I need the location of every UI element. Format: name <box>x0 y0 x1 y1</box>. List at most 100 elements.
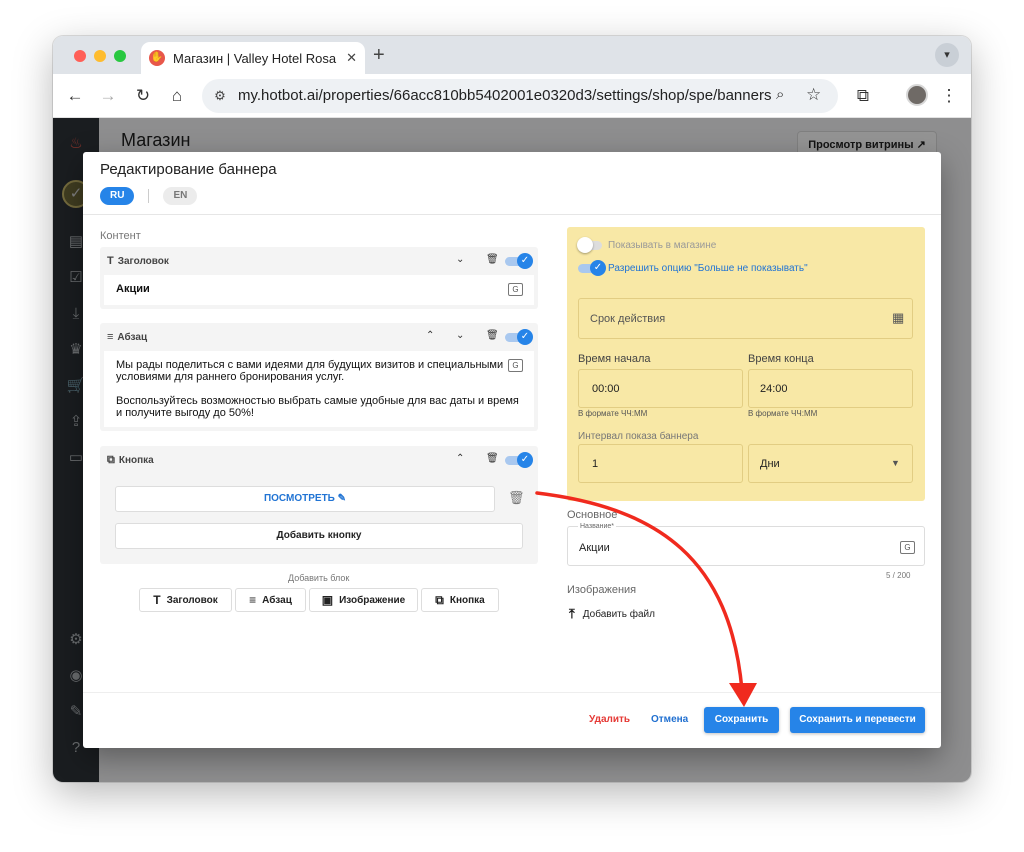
header-divider <box>83 214 941 215</box>
trash-icon[interactable]: 🗑 <box>486 254 499 266</box>
tab-search-chevron-icon[interactable]: ▾ <box>935 43 959 67</box>
heading-input[interactable]: Акции G <box>104 275 534 305</box>
validity-placeholder: Срок действия <box>590 313 666 325</box>
new-tab-icon[interactable]: + <box>373 44 385 66</box>
language-tabs: RU EN <box>100 187 198 205</box>
chevron-down-icon[interactable]: ⌄ <box>456 254 464 266</box>
button-block: ⧉ Кнопка ⌃ 🗑 ✓ ПОСМОТРЕТЬ ✎ 🗑 Добавить к… <box>100 446 538 564</box>
paragraph-input[interactable]: Мы рады поделиться с вами идеями для буд… <box>104 351 534 427</box>
tab-lang-en[interactable]: EN <box>163 187 198 205</box>
allow-dont-show-label: Разрешить опцию "Больше не показывать" <box>608 262 808 274</box>
trash-icon[interactable]: 🗑 <box>486 330 499 342</box>
maximize-window-button[interactable] <box>114 50 126 62</box>
save-button[interactable]: Сохранить <box>704 707 779 733</box>
site-settings-icon[interactable]: ⚙ <box>211 87 229 105</box>
star-icon[interactable]: ☆ <box>806 85 821 105</box>
extensions-icon[interactable]: ⧉ <box>851 84 875 108</box>
name-field-value: Акции <box>579 542 610 554</box>
chevron-up-icon[interactable]: ⌃ <box>426 330 434 342</box>
add-button-button[interactable]: Добавить кнопку <box>115 523 523 549</box>
allow-dont-show-row: ✓ Разрешить опцию "Больше не показывать" <box>578 260 808 276</box>
dropdown-arrow-icon: ▼ <box>891 458 900 468</box>
check-icon: ✓ <box>517 452 533 468</box>
footer-divider <box>83 692 941 693</box>
close-window-button[interactable] <box>74 50 86 62</box>
check-icon: ✓ <box>517 329 533 345</box>
browser-tab[interactable]: ✋ Магазин | Valley Hotel Rosa K ✕ <box>141 42 365 74</box>
delete-button[interactable]: Удалить <box>589 714 630 725</box>
add-file-button[interactable]: ⤒ Добавить файл <box>569 606 655 622</box>
banner-name-field[interactable]: Название* Акции G <box>567 523 925 566</box>
add-button-block-button[interactable]: ⧉ Кнопка <box>421 588 499 612</box>
add-heading-label: Заголовок <box>166 594 218 606</box>
start-time-input[interactable]: 00:00 <box>578 369 743 408</box>
hotbot-favicon-icon: ✋ <box>149 50 165 66</box>
save-and-translate-button[interactable]: Сохранить и перевести <box>790 707 925 733</box>
add-block-label: Добавить блок <box>288 573 350 583</box>
start-time-label: Время начала <box>578 353 651 365</box>
cancel-button[interactable]: Отмена <box>651 714 688 725</box>
translate-icon[interactable]: G <box>900 541 915 554</box>
reload-icon[interactable]: ↻ <box>131 84 155 108</box>
paragraph-block: ≡ Абзац ⌃ ⌄ 🗑 ✓ Мы рады поделиться с вам… <box>100 323 538 431</box>
chevron-down-icon[interactable]: ⌄ <box>456 330 464 342</box>
add-paragraph-block-button[interactable]: ≡ Абзац <box>235 588 306 612</box>
end-time-label: Время конца <box>748 353 814 365</box>
add-image-block-button[interactable]: ▣ Изображение <box>309 588 418 612</box>
heading-block-label: Заголовок <box>117 255 169 267</box>
validity-period-field[interactable]: Срок действия ▦ <box>578 298 913 339</box>
interval-value-input[interactable]: 1 <box>578 444 743 483</box>
view-button-preview[interactable]: ПОСМОТРЕТЬ ✎ <box>115 486 495 512</box>
app-area: ♨ ✓ ▤ ☑ ⤓ ♛ 🛒 ⇪ ▭ ⚙ ◉ ✎ ? Магазин Просмо… <box>53 118 971 782</box>
interval-unit-select[interactable]: Дни ▼ <box>748 444 913 483</box>
paragraph-line: Воспользуйтесь возможностью выбрать самы… <box>116 395 519 407</box>
paragraph-line: условиями для раннего бронирования услуг… <box>116 371 345 383</box>
chevron-up-icon[interactable]: ⌃ <box>456 453 464 465</box>
end-time-input[interactable]: 24:00 <box>748 369 913 408</box>
pencil-icon[interactable]: ✎ <box>338 493 346 504</box>
show-in-shop-row: Показывать в магазине <box>577 237 716 253</box>
tab-strip: ✋ Магазин | Valley Hotel Rosa K ✕ + ▾ <box>53 36 971 74</box>
display-settings-panel: Показывать в магазине ✓ Разрешить опцию … <box>567 227 925 501</box>
address-bar[interactable]: ⚙ my.hotbot.ai/properties/66acc810bb5402… <box>202 79 838 113</box>
trash-icon[interactable]: 🗑 <box>508 491 525 504</box>
paragraph-format-icon: ≡ <box>249 593 257 607</box>
add-heading-block-button[interactable]: T Заголовок <box>139 588 232 612</box>
back-icon[interactable]: ← <box>63 84 87 108</box>
check-icon: ✓ <box>590 260 606 276</box>
tab-lang-ru[interactable]: RU <box>100 187 135 205</box>
text-format-icon: T <box>153 593 161 607</box>
translate-icon[interactable]: G <box>508 359 523 372</box>
calendar-icon[interactable]: ▦ <box>892 310 904 326</box>
tab-close-icon[interactable]: ✕ <box>346 50 357 66</box>
minimize-window-button[interactable] <box>94 50 106 62</box>
home-icon[interactable]: ⌂ <box>165 84 189 108</box>
show-in-shop-toggle[interactable] <box>577 237 604 253</box>
button-visibility-toggle[interactable]: ✓ <box>505 452 533 468</box>
start-time-value: 00:00 <box>592 383 620 395</box>
allow-dont-show-toggle[interactable]: ✓ <box>578 260 606 276</box>
translate-icon[interactable]: G <box>508 283 523 296</box>
add-image-label: Изображение <box>339 594 406 606</box>
profile-avatar[interactable] <box>906 84 928 106</box>
forward-icon[interactable]: → <box>96 84 120 108</box>
button-block-header: ⧉ Кнопка <box>107 454 154 467</box>
browser-toolbar: ← → ↻ ⌂ ⚙ my.hotbot.ai/properties/66acc8… <box>53 74 971 118</box>
heading-block: T Заголовок ⌄ 🗑 ✓ Акции G <box>100 247 538 309</box>
paragraph-block-label: Абзац <box>117 331 148 343</box>
heading-visibility-toggle[interactable]: ✓ <box>505 253 533 269</box>
paragraph-visibility-toggle[interactable]: ✓ <box>505 329 533 345</box>
url-text: my.hotbot.ai/properties/66acc810bb540200… <box>238 87 772 104</box>
zoom-icon[interactable]: ⌕ <box>776 86 784 103</box>
add-button-label: Кнопка <box>449 594 485 606</box>
name-char-counter: 5 / 200 <box>886 571 911 580</box>
trash-icon[interactable]: 🗑 <box>486 453 499 465</box>
start-time-hint: В формате ЧЧ:ММ <box>578 409 648 418</box>
interval-label: Интервал показа баннера <box>578 431 699 442</box>
interval-value: 1 <box>592 458 599 470</box>
main-section-label: Основное <box>567 509 618 521</box>
menu-icon[interactable]: ⋮ <box>937 84 961 108</box>
paragraph-block-header: ≡ Абзац <box>107 331 147 343</box>
window-controls <box>74 50 126 62</box>
open-in-new-icon: ⧉ <box>435 592 444 607</box>
